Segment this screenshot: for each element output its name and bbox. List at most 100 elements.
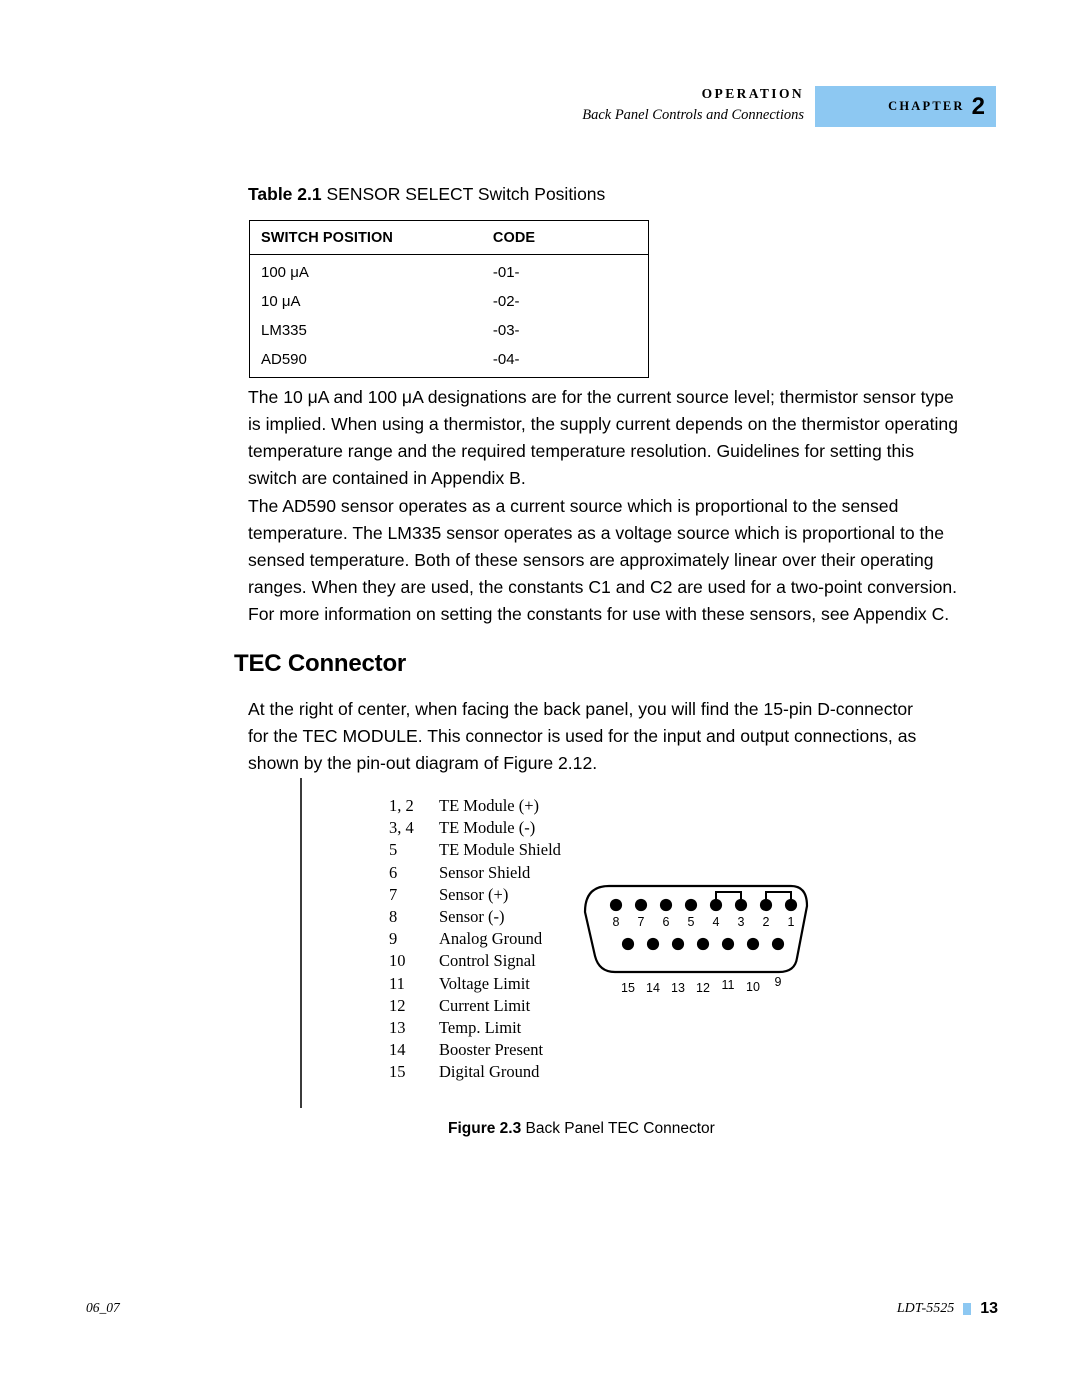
list-item: 6 Sensor Shield <box>389 862 561 884</box>
cell-switch-position: LM335 <box>261 322 307 339</box>
table-row: 10 μA -02- <box>250 287 648 316</box>
connector-label-8: 8 <box>613 915 620 929</box>
pin-number: 15 <box>389 1062 406 1082</box>
footer-revision-code: 06_07 <box>86 1300 120 1315</box>
paragraph-tec-connector: At the right of center, when facing the … <box>248 699 917 773</box>
list-item: 11 Voltage Limit <box>389 973 561 995</box>
column-header-switch-position: SWITCH POSITION <box>250 221 477 255</box>
list-item: 13 Temp. Limit <box>389 1017 561 1039</box>
connector-label-15: 15 <box>621 981 635 995</box>
pin-label: Voltage Limit <box>439 973 530 993</box>
pin-label: TE Module (+) <box>439 796 540 815</box>
header-operation-title: OPERATION <box>701 86 804 101</box>
list-item: 10 Control Signal <box>389 950 561 972</box>
connector-pin-6 <box>659 898 673 912</box>
pin-label: Digital Ground <box>439 1062 540 1082</box>
list-item: 15 Digital Ground <box>389 1061 561 1083</box>
page-header: OPERATION Back Panel Controls and Connec… <box>0 86 1080 138</box>
d-connector-diagram: 8 7 6 5 4 3 2 1 15 14 13 12 11 10 9 <box>575 872 825 1002</box>
header-subtitle: Back Panel Controls and Connections <box>582 106 804 123</box>
connector-pin-11 <box>721 937 735 951</box>
list-item: 7 Sensor (+) <box>389 884 561 906</box>
list-item: 12 Current Limit <box>389 995 561 1017</box>
connector-label-7: 7 <box>638 915 645 929</box>
pin-number: 3, 4 <box>389 818 414 838</box>
column-header-code: CODE <box>476 221 648 255</box>
connector-pin-2 <box>759 898 773 912</box>
connector-label-1: 1 <box>788 915 795 929</box>
sensor-select-table: SWITCH POSITION CODE 100 μA -01- 10 μA -… <box>249 220 649 378</box>
header-text-block: OPERATION Back Panel Controls and Connec… <box>582 86 804 124</box>
footer-right-group: LDT-5525 13 <box>897 1300 998 1318</box>
connector-bottom-row-labels: 15 14 13 12 11 10 9 <box>621 975 781 995</box>
connector-pin-12 <box>696 937 710 951</box>
connector-pin-4 <box>709 898 723 912</box>
footer-model-number: LDT-5525 <box>896 1301 955 1316</box>
connector-label-14: 14 <box>646 981 660 995</box>
bridge-bracket-4-3 <box>715 891 742 900</box>
connector-pin-13 <box>671 937 685 951</box>
cell-switch-position: 100 μA <box>261 264 309 281</box>
paragraph-sensor-designations: The 10 μA and 100 μA designations are fo… <box>248 387 958 488</box>
table-row: AD590 -04- <box>250 345 648 377</box>
footer-square-marker-icon <box>963 1303 972 1315</box>
pin-number: 6 <box>389 862 398 882</box>
pin-number: 12 <box>389 995 406 1015</box>
connector-label-13: 13 <box>671 981 685 995</box>
pin-label: Sensor Shield <box>439 862 531 882</box>
connector-top-row-labels: 8 7 6 5 4 3 2 1 <box>613 915 795 929</box>
pin-label: Current Limit <box>439 995 531 1015</box>
page-footer: 06_07 LDT-5525 13 <box>0 1300 1080 1330</box>
list-item: 5 TE Module Shield <box>389 839 561 861</box>
list-item: 8 Sensor (-) <box>389 906 561 928</box>
pin-number: 11 <box>389 973 405 993</box>
connector-label-3: 3 <box>738 915 745 929</box>
pin-label: Sensor (-) <box>439 907 505 927</box>
connector-label-5: 5 <box>688 915 695 929</box>
connector-pin-1 <box>784 898 798 912</box>
connector-label-11: 11 <box>722 978 735 992</box>
pin-number: 5 <box>389 840 398 860</box>
section-heading-tec-connector: TEC Connector <box>234 650 407 677</box>
connector-pin-14 <box>646 937 660 951</box>
table-header-row: SWITCH POSITION CODE <box>250 221 648 255</box>
cell-code: -02- <box>492 293 520 310</box>
connector-pin-3 <box>734 898 748 912</box>
connector-pin-5 <box>684 898 698 912</box>
pin-label: Temp. Limit <box>439 1018 522 1038</box>
pin-label: Sensor (+) <box>439 884 509 904</box>
pin-number: 13 <box>389 1018 406 1038</box>
paragraph-sensor-operation: The AD590 sensor operates as a current s… <box>248 496 958 624</box>
figure-caption-label: Figure 2.3 <box>448 1120 522 1137</box>
figure-vertical-rule <box>300 778 302 1108</box>
connector-pin-10 <box>746 937 760 951</box>
pin-assignment-list: 1, 2 TE Module (+) 3, 4 TE Module (-) 5 … <box>389 795 561 1084</box>
list-item: 3, 4 TE Module (-) <box>389 817 561 839</box>
pin-number: 7 <box>389 884 398 904</box>
table-caption: Table 2.1 SENSOR SELECT Switch Positions <box>248 184 605 205</box>
bridge-bracket-2-1 <box>765 891 792 900</box>
pin-label: Control Signal <box>439 951 536 971</box>
table-row: LM335 -03- <box>250 316 648 345</box>
d-connector-svg: 8 7 6 5 4 3 2 1 15 14 13 12 11 10 9 <box>583 884 809 995</box>
cell-switch-position: AD590 <box>261 351 307 368</box>
chapter-banner-number: 2 <box>971 92 985 120</box>
pin-number: 14 <box>389 1040 406 1060</box>
list-item: 9 Analog Ground <box>389 928 561 950</box>
connector-shell-outline <box>583 884 809 974</box>
connector-label-12: 12 <box>696 981 710 995</box>
pin-number: 1, 2 <box>389 796 414 815</box>
figure-caption-text: Back Panel TEC Connector <box>525 1120 715 1137</box>
figure-caption: Figure 2.3 Back Panel TEC Connector <box>448 1120 715 1138</box>
connector-pin-8 <box>609 898 623 912</box>
chapter-banner: CHAPTER 2 <box>815 86 996 127</box>
connector-pin-7 <box>634 898 648 912</box>
table-row: 100 μA -01- <box>250 255 648 288</box>
connector-label-4: 4 <box>713 915 720 929</box>
cell-code: -03- <box>492 322 520 339</box>
table-caption-label: Table 2.1 <box>248 184 322 204</box>
footer-page-number: 13 <box>980 1300 998 1317</box>
chapter-banner-label: CHAPTER <box>888 99 965 113</box>
pin-label: TE Module Shield <box>439 840 561 860</box>
list-item: 1, 2 TE Module (+) <box>389 795 561 817</box>
